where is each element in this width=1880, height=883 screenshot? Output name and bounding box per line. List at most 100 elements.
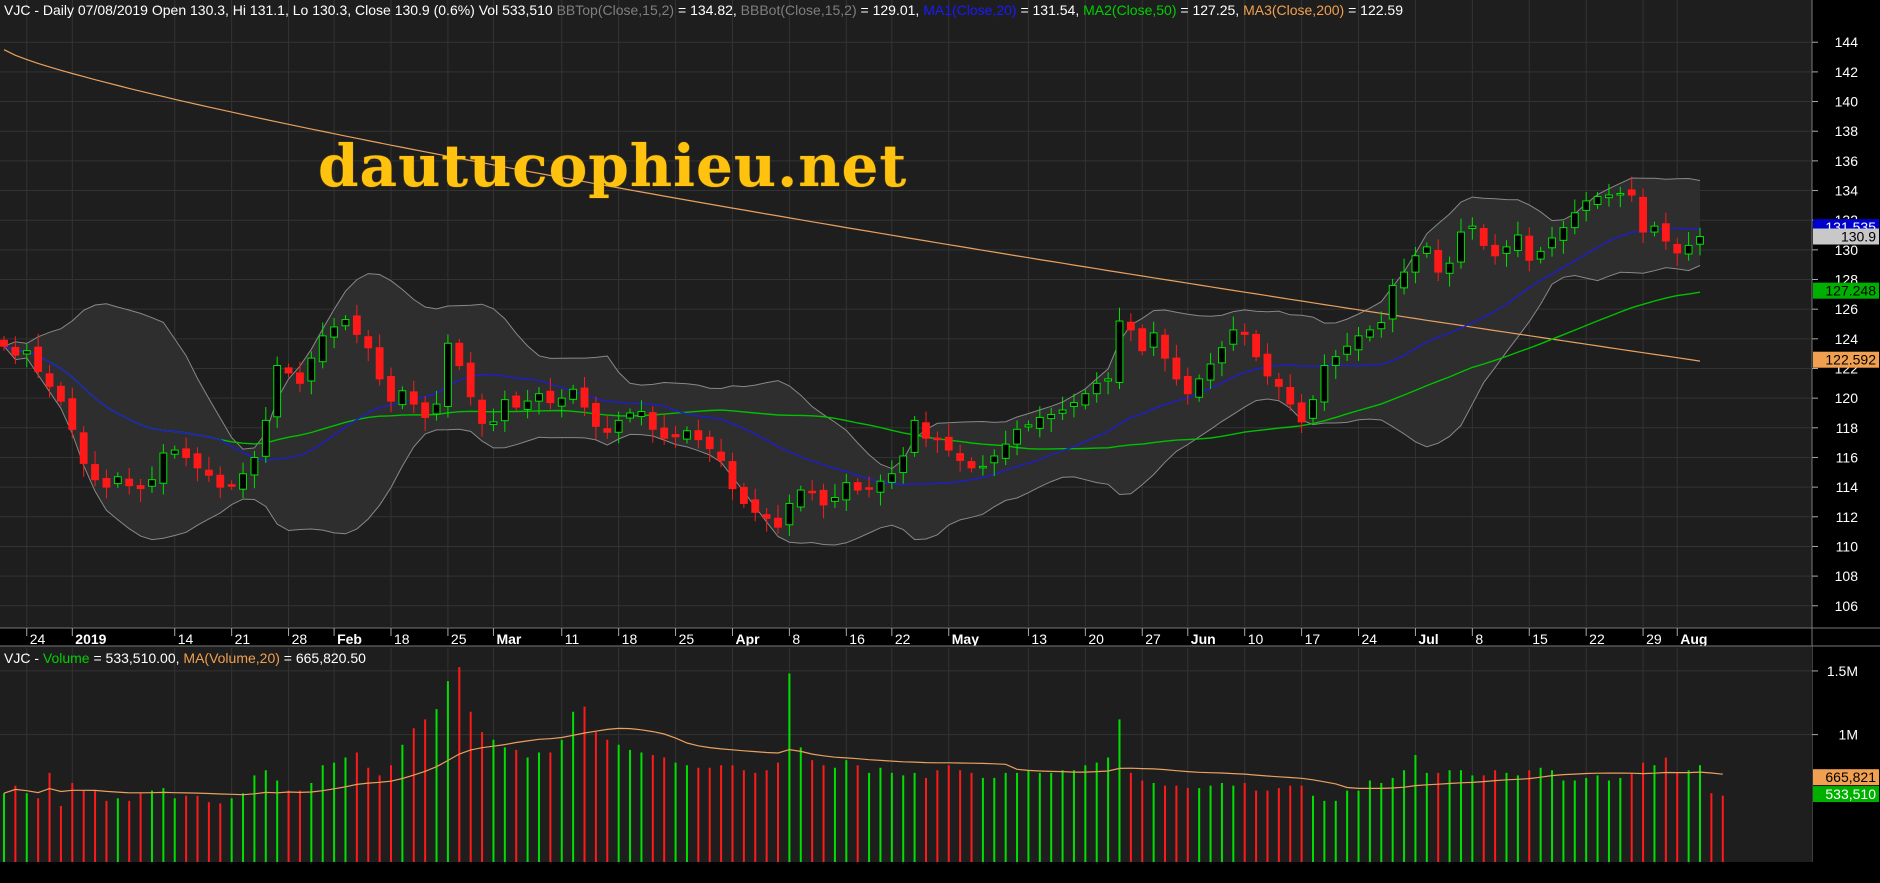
candle-body[interactable] bbox=[1024, 424, 1033, 428]
candle-body[interactable] bbox=[876, 480, 885, 493]
candle-body[interactable] bbox=[1320, 365, 1329, 403]
candle-body[interactable] bbox=[580, 387, 589, 408]
candle-body[interactable] bbox=[1616, 193, 1625, 196]
candle-body[interactable] bbox=[694, 430, 703, 441]
candle-body[interactable] bbox=[1172, 357, 1181, 380]
candle-body[interactable] bbox=[239, 473, 247, 490]
candle-body[interactable] bbox=[1309, 399, 1317, 419]
candle-body[interactable] bbox=[1001, 443, 1010, 459]
candle-body[interactable] bbox=[614, 419, 623, 433]
candle-body[interactable] bbox=[648, 412, 657, 430]
candle-body[interactable] bbox=[136, 485, 145, 490]
candle-body[interactable] bbox=[455, 342, 464, 367]
candle-body[interactable] bbox=[535, 393, 543, 402]
candle-body[interactable] bbox=[1400, 271, 1408, 289]
candle-body[interactable] bbox=[1627, 189, 1636, 196]
candle-body[interactable] bbox=[956, 453, 965, 461]
candle-body[interactable] bbox=[409, 391, 418, 405]
candle-body[interactable] bbox=[978, 465, 987, 469]
candle-body[interactable] bbox=[1582, 200, 1591, 211]
candle-body[interactable] bbox=[899, 455, 908, 474]
volume-pane[interactable]: 1.5M 1M 665,821533,510 bbox=[0, 645, 1880, 862]
candle-body[interactable] bbox=[1661, 223, 1670, 242]
candle-body[interactable] bbox=[1354, 335, 1363, 351]
candle-body[interactable] bbox=[1047, 413, 1056, 420]
candle-body[interactable] bbox=[250, 456, 259, 476]
candle-body[interactable] bbox=[296, 372, 304, 384]
candle-body[interactable] bbox=[1263, 353, 1272, 377]
candle-body[interactable] bbox=[45, 373, 54, 387]
candle-body[interactable] bbox=[1195, 378, 1204, 398]
candle-body[interactable] bbox=[0, 339, 8, 347]
candle-body[interactable] bbox=[1559, 227, 1568, 241]
candle-body[interactable] bbox=[774, 517, 782, 528]
candle-body[interactable] bbox=[1491, 244, 1500, 257]
candle-body[interactable] bbox=[683, 430, 691, 440]
candle-body[interactable] bbox=[125, 478, 134, 487]
candle-body[interactable] bbox=[1343, 345, 1352, 355]
candle-body[interactable] bbox=[1331, 356, 1340, 367]
candle-body[interactable] bbox=[182, 448, 191, 458]
candle-body[interactable] bbox=[569, 388, 578, 400]
candle-body[interactable] bbox=[1479, 227, 1488, 246]
candle-body[interactable] bbox=[1639, 196, 1648, 233]
candle-body[interactable] bbox=[922, 422, 930, 439]
candle-body[interactable] bbox=[751, 499, 760, 513]
candle-body[interactable] bbox=[1525, 235, 1534, 261]
candle-body[interactable] bbox=[170, 449, 179, 455]
candle-body[interactable] bbox=[261, 419, 270, 457]
candle-body[interactable] bbox=[1457, 231, 1465, 263]
candle-body[interactable] bbox=[1252, 333, 1260, 358]
candle-body[interactable] bbox=[910, 419, 919, 453]
candle-body[interactable] bbox=[330, 326, 339, 338]
candle-body[interactable] bbox=[204, 469, 213, 476]
candle-body[interactable] bbox=[1696, 236, 1704, 245]
candle-body[interactable] bbox=[853, 482, 862, 491]
candle-body[interactable] bbox=[56, 385, 65, 402]
candle-body[interactable] bbox=[523, 400, 532, 410]
candle-body[interactable] bbox=[341, 319, 350, 327]
candle-body[interactable] bbox=[1218, 347, 1226, 364]
candle-body[interactable] bbox=[1650, 225, 1659, 233]
candle-body[interactable] bbox=[1605, 194, 1613, 199]
candle-body[interactable] bbox=[34, 346, 43, 372]
candle-body[interactable] bbox=[227, 484, 236, 487]
chart-svg[interactable]: 1061081101121141161181201221241261281301… bbox=[0, 0, 1880, 878]
candle-body[interactable] bbox=[1104, 378, 1113, 382]
candle-body[interactable] bbox=[591, 402, 600, 427]
candle-body[interactable] bbox=[1138, 328, 1147, 352]
candle-body[interactable] bbox=[466, 362, 475, 398]
candle-body[interactable] bbox=[1502, 246, 1511, 254]
candle-body[interactable] bbox=[557, 397, 566, 407]
candle-body[interactable] bbox=[944, 436, 953, 451]
candle-body[interactable] bbox=[865, 487, 873, 490]
candle-body[interactable] bbox=[1434, 249, 1443, 273]
candle-body[interactable] bbox=[1229, 329, 1238, 345]
candle-body[interactable] bbox=[79, 432, 88, 464]
candle-body[interactable] bbox=[352, 315, 361, 335]
candle-body[interactable] bbox=[1513, 234, 1522, 251]
candle-body[interactable] bbox=[91, 464, 99, 481]
candle-body[interactable] bbox=[546, 390, 555, 404]
candle-body[interactable] bbox=[1468, 225, 1477, 229]
candle-body[interactable] bbox=[216, 474, 225, 488]
candle-body[interactable] bbox=[387, 375, 395, 402]
candle-body[interactable] bbox=[1286, 386, 1295, 405]
candle-body[interactable] bbox=[1126, 321, 1135, 331]
candle-body[interactable] bbox=[1092, 382, 1101, 395]
candle-body[interactable] bbox=[68, 398, 77, 430]
candle-body[interactable] bbox=[421, 402, 430, 418]
candle-body[interactable] bbox=[1411, 255, 1420, 273]
candle-body[interactable] bbox=[193, 453, 202, 469]
candle-body[interactable] bbox=[762, 514, 771, 519]
candle-body[interactable] bbox=[1058, 409, 1067, 414]
candle-body[interactable] bbox=[739, 486, 748, 504]
candle-body[interactable] bbox=[728, 461, 737, 490]
candle-body[interactable] bbox=[717, 451, 726, 461]
candle-body[interactable] bbox=[102, 478, 111, 488]
candle-body[interactable] bbox=[500, 399, 509, 422]
candle-body[interactable] bbox=[990, 455, 999, 464]
candle-body[interactable] bbox=[22, 350, 31, 355]
candle-body[interactable] bbox=[1115, 320, 1124, 383]
candle-body[interactable] bbox=[705, 436, 714, 450]
